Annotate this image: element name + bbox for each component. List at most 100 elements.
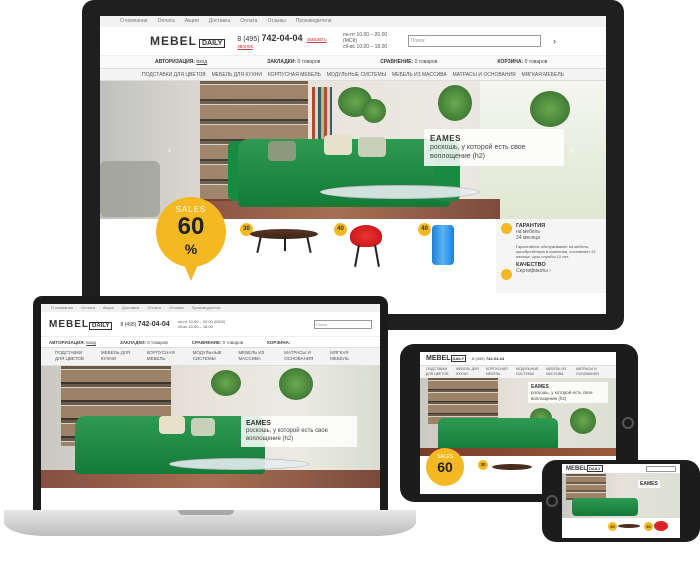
topnav-link[interactable]: Отзывы: [169, 305, 184, 311]
plant-image: [362, 99, 386, 123]
user-bar: АВТОРИЗАЦИЯ: вход ЗАКЛАДКИ: 0 товаров СР…: [41, 336, 380, 348]
slider-next-icon[interactable]: ›: [570, 145, 573, 156]
topnav-link[interactable]: Оплата: [81, 305, 95, 311]
plant-image: [279, 368, 313, 400]
site-logo[interactable]: MEBEL DAILY: [150, 34, 226, 48]
category-item[interactable]: МЯГКАЯ МЕБЕЛЬ: [330, 350, 366, 363]
topnav-link[interactable]: Отзывы: [267, 18, 285, 25]
hero-subtitle: роскошь, у которой есть свое воплощение …: [430, 144, 526, 160]
category-item[interactable]: МОДУЛЬНЫЕ СИСТЕМЫ: [193, 350, 229, 363]
topnav-link[interactable]: Оплата: [240, 18, 257, 25]
hero-banner: EAMES: [562, 474, 680, 518]
plant-image: [570, 408, 596, 434]
compare-link[interactable]: СРАВНЕНИЕ: 0 товаров: [192, 340, 243, 345]
category-item[interactable]: МЕБЕЛЬ ИЗ МАССИВА: [546, 367, 570, 377]
topnav-link[interactable]: Доставка: [122, 305, 139, 311]
category-item[interactable]: МАТРАСЫ И ОСНОВАНИЯ: [284, 350, 320, 363]
discount-badge: 40: [644, 522, 653, 531]
blue-stool-product[interactable]: [432, 225, 454, 265]
category-item[interactable]: МЯГКАЯ МЕБЕЛЬ: [522, 72, 564, 78]
auth-link[interactable]: АВТОРИЗАЦИЯ: вход: [49, 340, 96, 345]
category-item[interactable]: МЕБЕЛЬ ДЛЯ КУХНИ: [212, 72, 262, 78]
category-item[interactable]: КОРПУСНАЯ МЕБЕЛЬ: [268, 72, 321, 78]
phone-number: 8 (495) 742-04-04: [120, 320, 170, 328]
red-chair-product[interactable]: [350, 225, 382, 247]
category-item[interactable]: ПОДСТАВКИ ДЛЯ ЦВЕТОВ: [142, 72, 206, 78]
product-strip: 30 40: [562, 518, 680, 538]
laptop-notch: [178, 510, 234, 515]
category-item[interactable]: МОДУЛЬНЫЕ СИСТЕМЫ: [516, 367, 540, 377]
topnav-link[interactable]: Доставка: [209, 18, 230, 25]
sales-badge[interactable]: SALES 60: [426, 448, 464, 486]
site-logo[interactable]: MEBEL DAILY: [566, 464, 603, 472]
category-navigation: ПОДСТАВКИ ДЛЯ ЦВЕТОВ МЕБЕЛЬ ДЛЯ КУХНИ КО…: [100, 69, 606, 81]
site-header: MEBEL DAILY: [562, 464, 680, 474]
auth-link[interactable]: АВТОРИЗАЦИЯ: вход: [155, 59, 207, 65]
phone-number: 8 (495) 742-04-04 заказать звонок: [237, 32, 327, 50]
category-item[interactable]: ПОДСТАВКИ ДЛЯ ЦВЕТОВ: [55, 350, 91, 363]
hero-title: EAMES: [246, 420, 271, 427]
category-item[interactable]: МЕБЕЛЬ ИЗ МАССИВА: [392, 72, 447, 78]
site-logo[interactable]: MEBEL DAILY: [49, 319, 113, 330]
desktop-monitor: О компании Оплата Акции Доставка Оплата …: [82, 0, 624, 330]
certificates-link[interactable]: Сертификаты ›: [516, 268, 600, 274]
search-input[interactable]: Поиск: [314, 319, 372, 329]
pillow: [268, 141, 296, 161]
smartphone: MEBEL DAILY EAMES 30 40: [542, 460, 700, 542]
category-item[interactable]: КОРПУСНАЯ МЕБЕЛЬ: [486, 367, 510, 377]
compare-link[interactable]: СРАВНЕНИЕ: 0 товаров: [380, 59, 437, 65]
bookmarks-link[interactable]: ЗАКЛАДКИ: 0 товаров: [120, 340, 168, 345]
hero-title: EAMES: [430, 134, 461, 143]
guarantee-line: 24 месяца: [516, 235, 541, 241]
slider-prev-icon[interactable]: ‹: [168, 145, 171, 156]
hero-caption: EAMES роскошь, у которой есть свое вопло…: [528, 382, 608, 403]
red-chair-product[interactable]: [654, 521, 668, 531]
site-header: MEBEL DAILY 8 (495) 742-04-04 заказать зво…: [100, 27, 606, 55]
chair-leg: [374, 244, 380, 268]
pillow: [358, 137, 386, 157]
site-logo[interactable]: MEBEL DAILY: [426, 355, 467, 362]
category-item[interactable]: МАТРАСЫ И ОСНОВАНИЯ: [576, 367, 600, 377]
search-arrow-icon[interactable]: ›: [553, 36, 556, 46]
table-leg: [306, 236, 312, 254]
topnav-link[interactable]: Оплата: [158, 18, 175, 25]
topnav-link[interactable]: О компании: [51, 305, 73, 311]
sales-badge[interactable]: SALES 60 %: [156, 197, 226, 289]
search-input[interactable]: Поиск: [407, 35, 541, 47]
discount-badge: 30: [478, 460, 488, 470]
guarantee-icon: [501, 223, 512, 234]
topnav-link[interactable]: О компании: [120, 18, 148, 25]
tablet-home-button[interactable]: [622, 417, 634, 429]
topnav-link[interactable]: Оплата: [147, 305, 161, 311]
top-navigation: О компании Оплата Акции Доставка Оплата …: [41, 304, 380, 312]
topnav-link[interactable]: Производители: [296, 18, 332, 25]
phone-home-button[interactable]: [546, 495, 558, 507]
category-item[interactable]: МЕБЕЛЬ ДЛЯ КУХНИ: [456, 367, 480, 377]
category-item[interactable]: МЕБЕЛЬ ИЗ МАССИВА: [238, 350, 274, 363]
cart-link[interactable]: КОРЗИНА:: [267, 340, 290, 345]
cart-link[interactable]: КОРЗИНА: 0 товаров: [497, 59, 547, 65]
category-navigation: ПОДСТАВКИ ДЛЯ ЦВЕТОВ МЕБЕЛЬ ДЛЯ КУХНИ КО…: [420, 366, 616, 378]
bookmarks-link[interactable]: ЗАКЛАДКИ: 0 товаров: [267, 59, 320, 65]
logo-sub: DAILY: [199, 39, 226, 48]
topnav-link[interactable]: Производители: [192, 305, 221, 311]
work-hours: пн-пт 10.00 – 20.00 (МСК) сб-вс 10.00 – 1…: [177, 319, 226, 329]
category-item[interactable]: МАТРАСЫ И ОСНОВАНИЯ: [453, 72, 516, 78]
category-item[interactable]: МЕБЕЛЬ ДЛЯ КУХНИ: [101, 350, 137, 363]
laptop-screen: О компании Оплата Акции Доставка Оплата …: [41, 304, 380, 510]
topnav-link[interactable]: Акции: [185, 18, 199, 25]
product-strip: SALES 60 % 30 40 40 ГАРАНТИЯ на мебель 2…: [100, 197, 606, 293]
category-item[interactable]: КОРПУСНАЯ МЕБЕЛЬ: [147, 350, 183, 363]
category-item[interactable]: МОДУЛЬНЫЕ СИСТЕМЫ: [327, 72, 386, 78]
site-header: MEBEL DAILY 8 (495) 742-04-04 пн-пт 10.00…: [41, 312, 380, 336]
pillow: [324, 135, 352, 155]
hero-caption: EAMES роскошь, у которой есть свое вопло…: [424, 129, 564, 166]
topnav-link[interactable]: Акции: [103, 305, 114, 311]
coffee-table-image: [320, 185, 480, 199]
search-input[interactable]: [646, 465, 676, 472]
coffee-table-product[interactable]: [618, 524, 640, 528]
hero-title: EAMES: [638, 480, 660, 488]
coffee-table-product[interactable]: [492, 464, 532, 470]
category-item[interactable]: ПОДСТАВКИ ДЛЯ ЦВЕТОВ: [426, 367, 450, 377]
top-navigation: О компании Оплата Акции Доставка Оплата …: [100, 16, 606, 27]
